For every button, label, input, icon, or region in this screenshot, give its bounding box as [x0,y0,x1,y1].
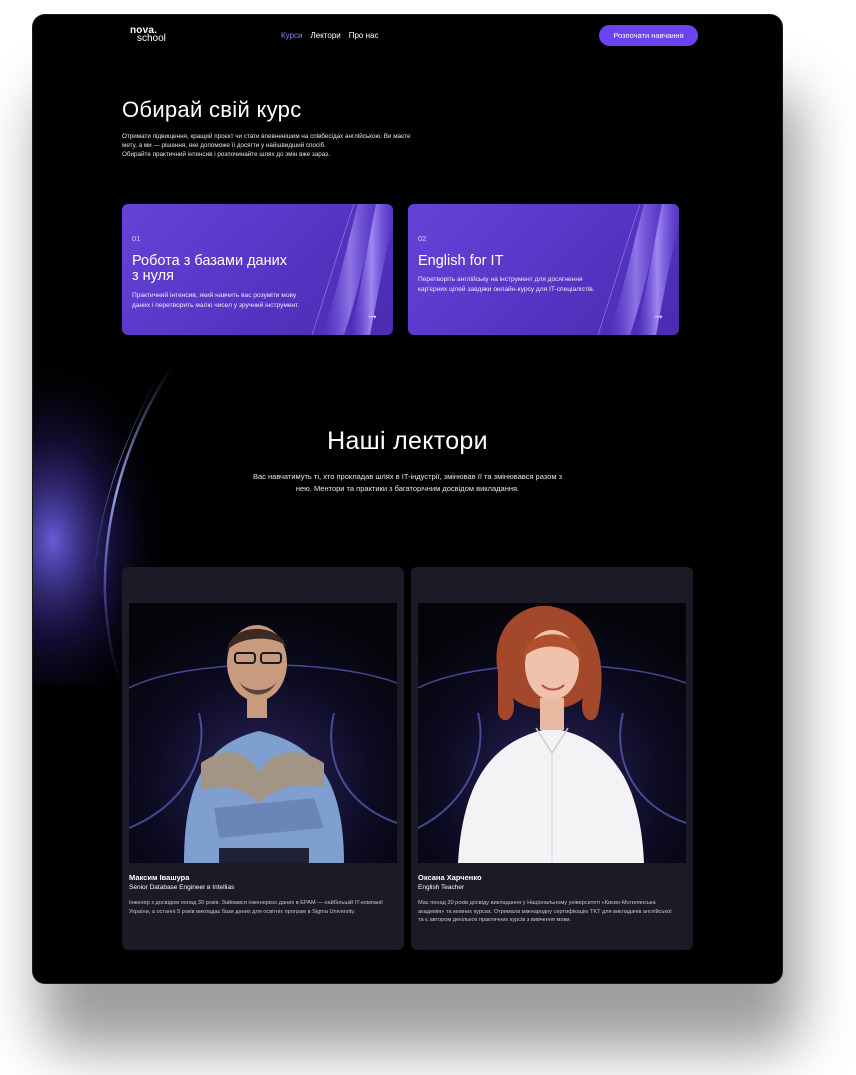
course-title-line1: Робота з базами даних [132,253,287,269]
lecturer-bio: Має понад 20 років досвіду викладання у … [418,900,672,923]
lecturer-name: Максим Івашура [129,873,190,882]
course-description: Перетворіть англійську на інструмент для… [418,276,595,293]
course-description: Практичний інтенсив, який навчить вас ро… [132,292,300,309]
course-number: 02 [418,234,427,243]
main-nav: Курси Лектори Про нас [281,31,378,40]
hero-description: Отримати підвищення, кращий проєкт чи ст… [122,132,412,159]
lecturer-role: Senior Database Engineer в Intellias [129,884,235,891]
page-window: nova. school Курси Лектори Про нас Розпо… [33,15,782,983]
lecturer-role: English Teacher [418,884,465,891]
brand-line2: school [137,33,166,44]
course-title: English for IT [418,253,504,269]
lecturer-card: Оксана Харченко English Teacher Має пона… [411,567,693,950]
nav-item-courses[interactable]: Курси [281,31,303,40]
arrow-right-icon[interactable]: → [366,308,379,321]
page-title: Обирай свій курс [122,97,302,122]
lecturer-photo [418,603,686,863]
nav-item-lecturers[interactable]: Лектори [311,31,341,40]
hero-paragraph-2: Обирайте практичний інтенсив і розпочина… [122,151,330,158]
course-title: Робота з базами даних з нуля [132,254,322,284]
lecturers-section-title: Наші лектори [327,427,488,455]
course-title-line2: з нуля [132,268,174,284]
brand-logo[interactable]: nova. school [130,26,166,44]
lecturers-section-description: Вас навчатимуть ті, хто прокладав шлях в… [253,472,563,493]
course-number: 01 [132,234,141,243]
hero-paragraph-1: Отримати підвищення, кращий проєкт чи ст… [122,133,411,149]
nav-item-about[interactable]: Про нас [349,31,379,40]
lecturer-name: Оксана Харченко [418,873,482,882]
lecturer-card: Максим Івашура Senior Database Engineer … [122,567,404,950]
lecturer-portrait-image [129,603,397,863]
course-card-databases[interactable]: 01 Робота з базами даних з нуля Практичн… [122,204,393,335]
arrow-right-icon[interactable]: → [652,308,665,321]
card-wave-decoration [597,204,679,335]
lecturer-portrait-image [418,603,686,863]
start-learning-button[interactable]: Розпочати навчання [599,25,698,46]
lecturer-bio: Інженер з досвідом понад 30 років. Займа… [129,900,383,915]
course-card-english-it[interactable]: 02 English for IT Перетворіть англійську… [408,204,679,335]
lecturer-photo [129,603,397,863]
